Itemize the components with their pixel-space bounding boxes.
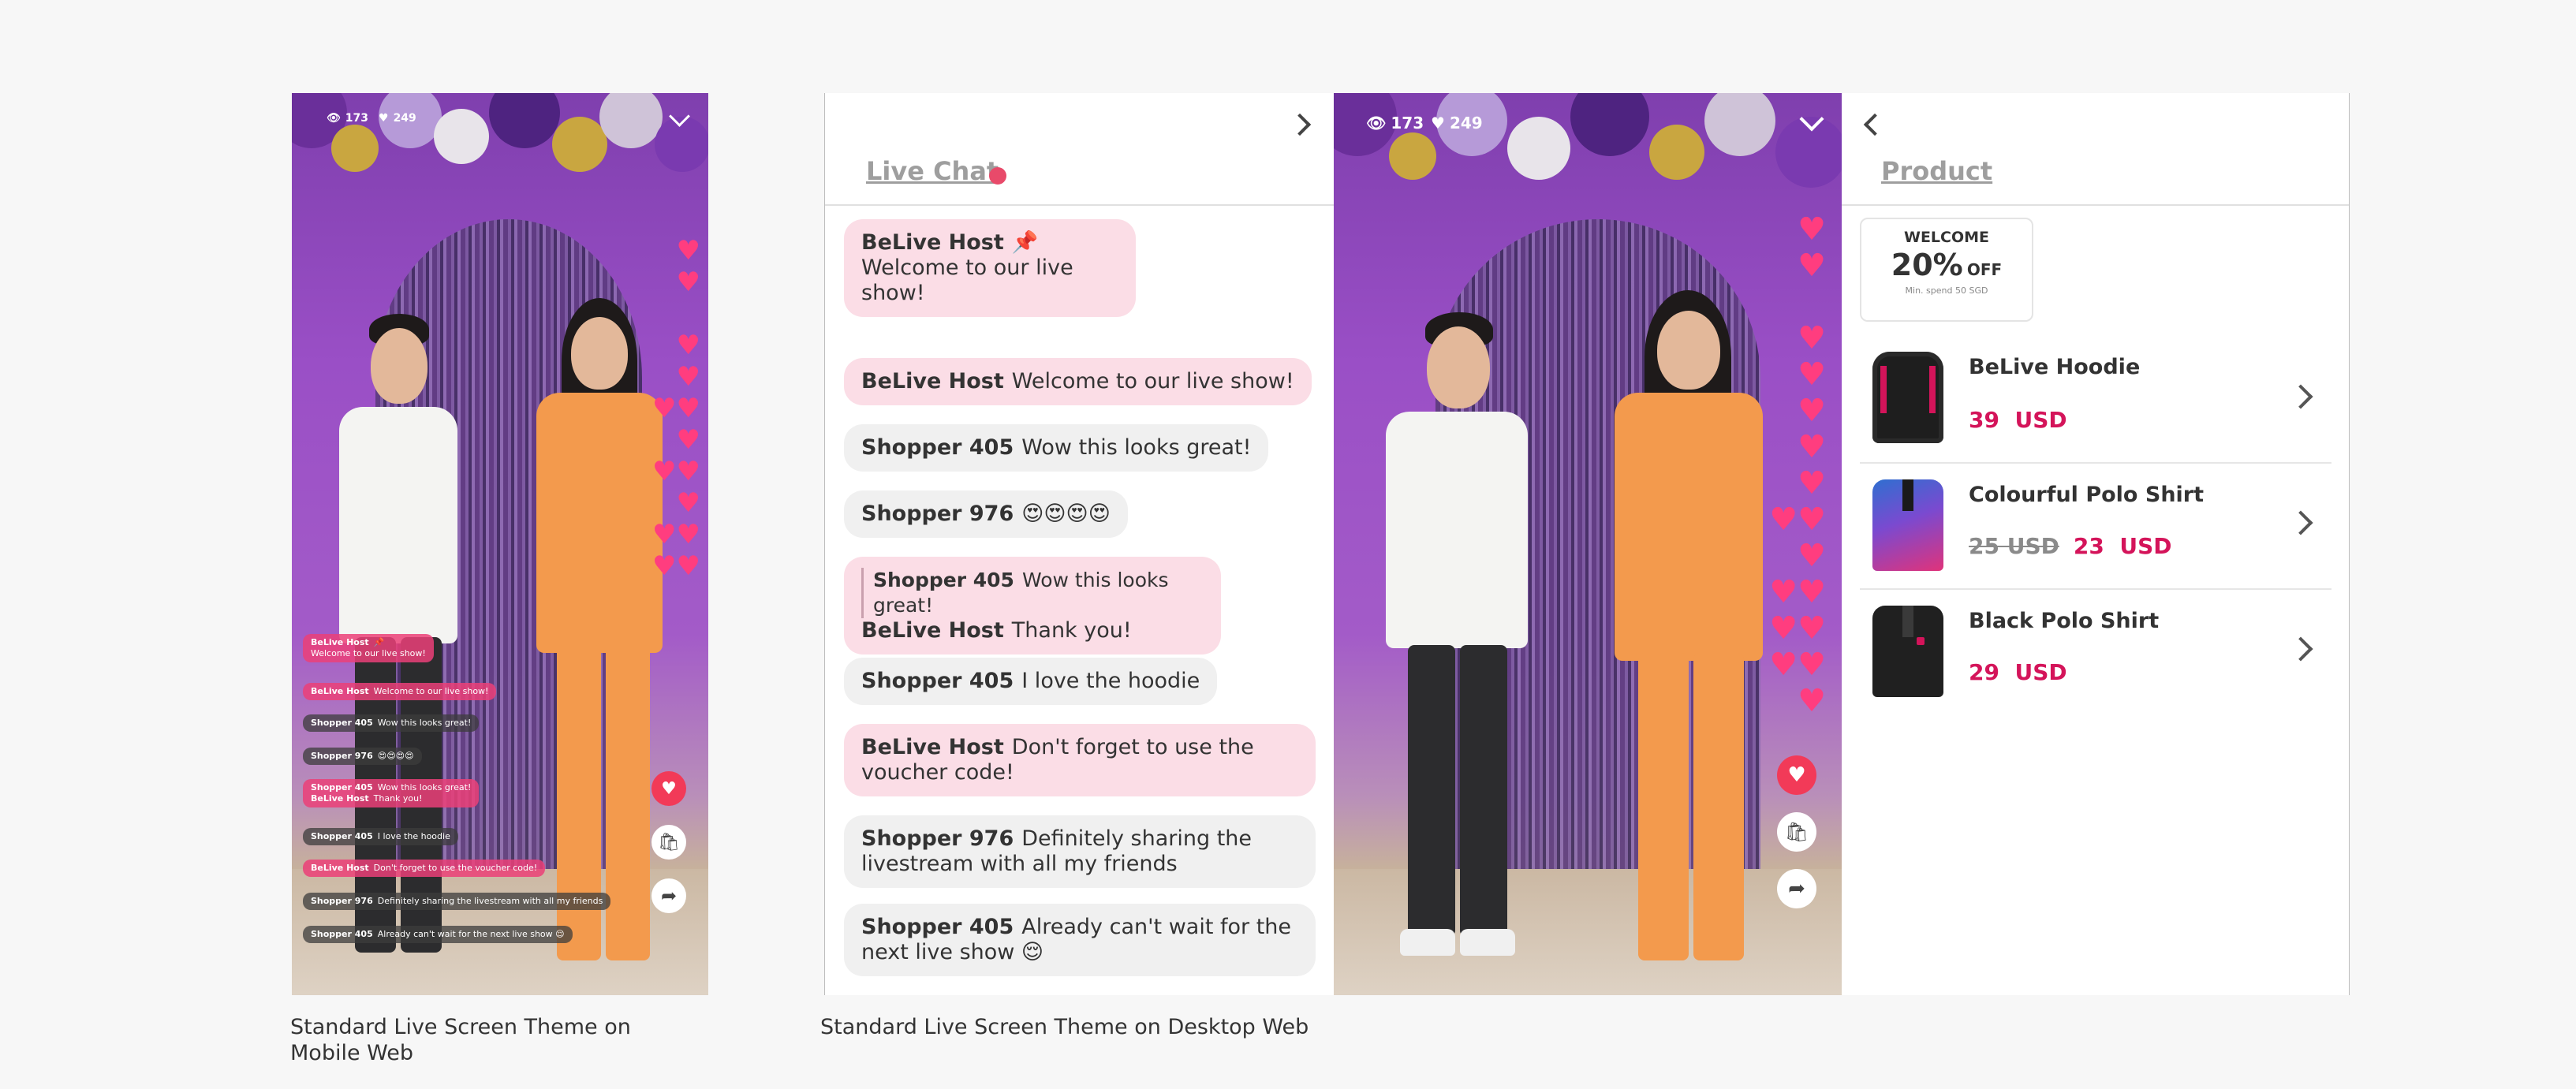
chat-message: Shopper 405 Wow this looks great! [844,424,1269,472]
share-button[interactable]: ➦ [651,878,686,913]
mobile-chat-message: Shopper 976 😍😍😍😍 [303,748,422,765]
product-price: 39 USD [1969,407,2067,433]
host-man [1365,306,1555,995]
chevron-right-icon[interactable] [2288,384,2313,409]
original-price: 25 USD [1969,533,2059,559]
desktop-live-video: ♥ ♥ ♥ ♥ ♥ ♥ ♥ ♥♥ ♥ ♥♥ ♥♥ ♥♥ ♥ [1334,93,1842,995]
voucher-min-spend: Min. spend 50 SGD [1905,285,1988,296]
product-price: 29 USD [1969,659,2067,685]
chat-message: Shopper 976 Definitely sharing the livest… [844,815,1316,888]
heart-icon: ♥ [1787,763,1806,787]
desktop-like-count: ♥ 249 [1431,114,1483,132]
hoodie-image [1872,352,1943,443]
mobile-chat-message: BeLive Host Don't forget to use the vouch… [303,860,546,877]
pinned-message: BeLive Host 📌 Welcome to our live show! [844,219,1136,317]
share-icon: ➦ [1788,877,1805,901]
mobile-like-count: ♥ 249 [379,112,416,125]
chat-message: BeLive Host Welcome to our live show! [844,358,1312,405]
chat-message: BeLive Host Don't forget to use the vouch… [844,724,1316,796]
mobile-caption: Standard Live Screen Theme on Mobile Web [290,1015,631,1065]
heart-icon: ♥ [1431,114,1445,132]
share-icon: ➦ [660,885,678,907]
product-name: Black Polo Shirt [1969,609,2160,633]
mobile-chat-message: Shopper 405 Wow this looks great! [303,714,480,732]
black-polo-image [1872,606,1943,697]
voucher-label: WELCOME [1903,229,1990,246]
chat-message: Shopper 405 I love the hoodie [844,658,1218,705]
floating-hearts: ♥ ♥ ♥ ♥ ♥♥ ♥ ♥♥ ♥ ♥♥ ♥♥ [652,235,700,582]
shop-button[interactable]: 🛍 [651,825,686,860]
voucher-card[interactable]: WELCOME 20% OFF Min. spend 50 SGD [1860,218,2033,322]
host-woman [1594,290,1783,984]
chat-message: Shopper 976 😍😍😍😍 [844,490,1128,538]
product-name: Colourful Polo Shirt [1969,483,2205,507]
mobile-chat-message: Shopper 405 Already can't wait for the ne… [303,926,573,943]
shopping-bag-icon: 🛍 [658,832,680,852]
share-button[interactable]: ➦ [1777,869,1816,908]
desktop-caption: Standard Live Screen Theme on Desktop We… [820,1015,1309,1039]
product-price: 25 USD 23 USD [1969,533,2172,559]
eye-icon: 👁 [327,112,341,125]
pin-icon: 📌 [1011,230,1039,255]
shop-button[interactable]: 🛍 [1777,812,1816,852]
voucher-off: OFF [1966,260,2003,279]
mobile-chat-message: Shopper 405 I love the hoodie [303,828,458,845]
divider [825,204,1335,206]
chevron-right-icon[interactable] [1288,113,1312,136]
mobile-chat-reply: Shopper 405 Wow this looks great! BeLive H… [303,779,480,807]
live-chat-title: Live Chat [866,156,999,186]
product-item[interactable]: Black Polo Shirt 29 USD [1860,588,2331,714]
chevron-left-icon[interactable] [1863,113,1887,136]
mobile-chat-message: BeLive Host Welcome to our live show! [303,683,497,700]
product-item[interactable]: Colourful Polo Shirt 25 USD 23 USD [1860,462,2331,590]
chevron-right-icon[interactable] [2288,636,2313,662]
like-button[interactable]: ♥ [651,771,686,806]
heart-icon: ♥ [379,112,389,125]
mobile-pinned-message: BeLive Host 📌 Welcome to our live show! [303,634,434,662]
chat-message: Shopper 405 Already can't wait for the ne… [844,904,1316,976]
balloon-garland [1334,93,1842,219]
product-item[interactable]: BeLive Hoodie 39 USD [1860,336,2331,464]
heart-icon: ♥ [661,778,677,799]
chevron-right-icon[interactable] [2288,510,2313,535]
voucher-amount: 20% [1891,248,1963,282]
floating-hearts: ♥ ♥ ♥ ♥ ♥ ♥ ♥ ♥♥ ♥ ♥♥ ♥♥ ♥♥ ♥ [1769,211,1826,719]
mobile-viewer-count: 👁 173 [327,112,369,125]
live-indicator-dot [989,167,1006,185]
like-button[interactable]: ♥ [1777,755,1816,795]
divider [1842,204,2349,206]
desktop-viewer-count: 👁 173 [1366,114,1424,132]
shopping-bag-icon: 🛍 [1784,821,1809,843]
product-title: Product [1881,156,1993,186]
mobile-chat-message: Shopper 976 Definitely sharing the livest… [303,893,611,910]
product-name: BeLive Hoodie [1969,355,2141,379]
eye-icon: 👁 [1366,114,1387,132]
chat-reply-message: Shopper 405 Wow this looks great! BeLive … [844,557,1221,655]
polo-shirt-image [1872,479,1943,571]
